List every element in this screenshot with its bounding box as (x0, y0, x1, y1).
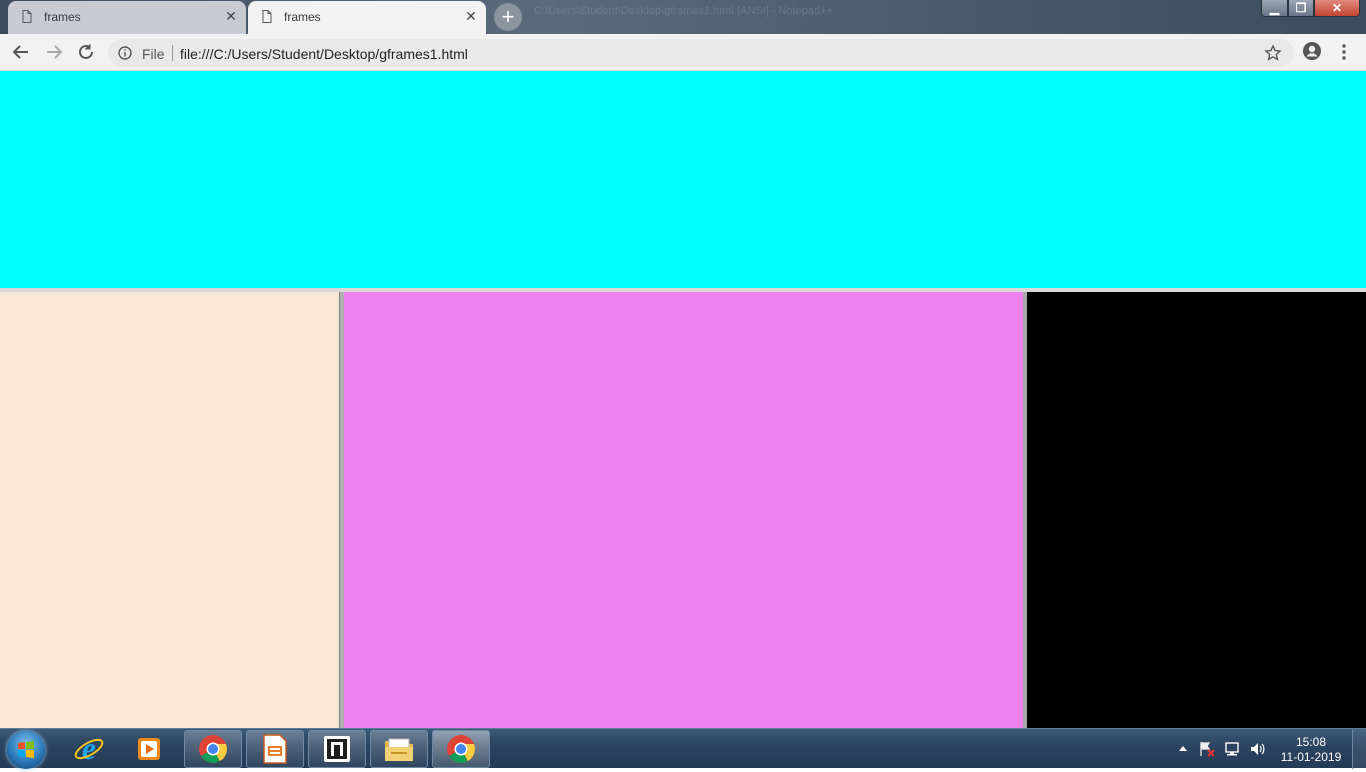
chrome-active-icon[interactable] (432, 730, 490, 768)
account-icon[interactable] (1302, 41, 1322, 61)
volume-icon[interactable] (1250, 741, 1266, 757)
tab-title: frames (44, 10, 81, 24)
file-explorer-icon[interactable] (370, 730, 428, 768)
omnibox-divider (172, 45, 173, 61)
info-icon[interactable] (118, 46, 132, 60)
forward-icon[interactable] (43, 41, 65, 63)
tab-title: frames (284, 10, 321, 24)
scheme-label: File (142, 46, 165, 62)
notepad-plus-plus-icon[interactable] (308, 730, 366, 768)
tab-frames-1[interactable]: frames ✕ (8, 1, 246, 34)
network-icon[interactable] (1223, 741, 1241, 757)
tab-close-icon[interactable]: ✕ (224, 9, 238, 23)
restore-button[interactable]: ❐ (1288, 0, 1314, 17)
address-bar[interactable]: File file:///C:/Users/Student/Desktop/gf… (108, 39, 1294, 67)
tab-close-icon[interactable]: ✕ (464, 9, 478, 23)
top-frame (0, 71, 1366, 288)
left-frame (0, 292, 339, 728)
clock-date: 11-01-2019 (1280, 750, 1342, 764)
minimize-button[interactable]: ▁ (1261, 0, 1288, 17)
windows-logo-icon (18, 741, 34, 758)
right-frame (1027, 292, 1366, 728)
page-icon (262, 10, 272, 23)
chrome-icon[interactable] (184, 730, 242, 768)
media-player-icon[interactable] (120, 730, 178, 768)
title-bar: frames ✕ frames ✕ + C:\Users\Student\Des… (0, 0, 1366, 34)
new-tab-button[interactable]: + (494, 3, 522, 31)
menu-icon[interactable] (1338, 42, 1350, 62)
show-desktop-button[interactable] (1352, 729, 1366, 769)
window-controls: ▁ ❐ ✕ (1261, 0, 1360, 18)
page-icon (22, 10, 32, 23)
browser-toolbar: File file:///C:/Users/Student/Desktop/gf… (0, 34, 1366, 71)
start-orb[interactable] (7, 731, 45, 769)
middle-frame (344, 292, 1023, 728)
url-text[interactable]: file:///C:/Users/Student/Desktop/gframes… (180, 46, 468, 62)
internet-explorer-icon[interactable]: e (60, 730, 118, 768)
impress-icon[interactable] (246, 730, 304, 768)
action-center-flag-icon[interactable] (1199, 741, 1215, 757)
close-window-button[interactable]: ✕ (1314, 0, 1360, 17)
background-window-title: C:\Users\Student\Desktop\gframes1.html [… (534, 5, 833, 17)
clock-time: 15:08 (1295, 735, 1327, 749)
system-clock[interactable]: 15:08 11-01-2019 (1278, 735, 1344, 765)
svg-text:e: e (82, 732, 96, 766)
tab-frames-2[interactable]: frames ✕ (248, 1, 486, 34)
taskbar: e 15:08 11-01-2019 (0, 728, 1366, 769)
star-icon[interactable] (1264, 44, 1282, 62)
back-icon[interactable] (10, 41, 32, 63)
reload-icon[interactable] (75, 41, 97, 63)
show-hidden-icons-icon[interactable] (1178, 744, 1188, 752)
